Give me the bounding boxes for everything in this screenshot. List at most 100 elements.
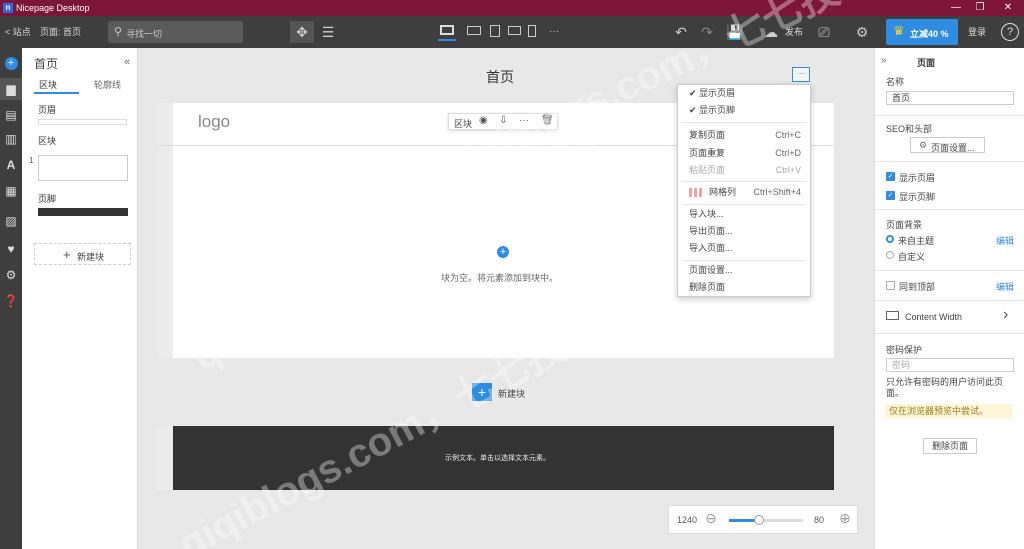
blocks-icon[interactable]: ▥ (0, 128, 22, 150)
zoom-in-icon[interactable]: ⊕ (839, 510, 851, 527)
login-button[interactable]: 登录 (968, 16, 986, 48)
menu-delete-page[interactable]: 删除页面 (678, 279, 810, 296)
edit-background-link[interactable]: 编辑 (996, 234, 1014, 247)
edit-top-link[interactable]: 编辑 (996, 280, 1014, 293)
menu-import-page[interactable]: 导入页面... (678, 240, 810, 257)
save-icon[interactable]: 💾 (725, 16, 745, 48)
from-theme-label: 来自主题 (898, 236, 935, 246)
menu-grid-columns[interactable]: 网格列 Ctrl+Shift+4 (678, 184, 810, 201)
tab-outline[interactable]: 轮廓线 (94, 78, 121, 91)
zoom-slider-thumb[interactable] (753, 515, 764, 525)
more-icon[interactable]: ··· (519, 115, 529, 126)
close-button[interactable]: ✕ (996, 0, 1020, 16)
chevron-right-icon[interactable]: › (1003, 306, 1008, 324)
new-block-canvas-label[interactable]: 新建块 (498, 387, 525, 400)
app-icon: n (3, 3, 13, 13)
footer-thumbnail[interactable] (38, 208, 128, 216)
crown-icon: ♛ (893, 23, 905, 38)
show-header-checkbox[interactable]: ✓ (886, 172, 895, 181)
delete-page-button[interactable]: 删除页面 (923, 438, 977, 454)
search-input[interactable]: 寻找一切 (126, 27, 162, 40)
menu-separator (682, 122, 806, 123)
footer-text[interactable]: 示例文本。单击以选择文本元素。 (445, 453, 550, 463)
undo-icon[interactable]: ↶ (672, 16, 690, 48)
page-breadcrumb[interactable]: 页面: 首页 (40, 16, 81, 48)
menu-import-block[interactable]: 导入块... (678, 206, 810, 223)
publish-button[interactable]: 发布 (785, 16, 803, 48)
redo-icon[interactable]: ↷ (698, 16, 716, 48)
header-thumbnail[interactable] (38, 119, 127, 125)
menu-duplicate-page[interactable]: 页面重复 Ctrl+D (678, 145, 810, 162)
divider (875, 300, 1024, 301)
show-footer-checkbox[interactable]: ✓ (886, 191, 895, 200)
tablet-view-icon[interactable] (490, 25, 500, 37)
layers-icon[interactable]: ☰ (318, 16, 338, 48)
settings-gear-icon[interactable]: ⚙ (852, 16, 872, 48)
empty-block-message: 块为空。将元素添加到块中。 (441, 273, 559, 283)
menu-show-header[interactable]: ✔ 显示页眉 (678, 85, 810, 102)
collapse-panel-icon[interactable]: « (124, 56, 130, 68)
content-width-label[interactable]: Content Width (905, 312, 962, 322)
comments-icon[interactable]: ▤ (0, 104, 22, 126)
menu-copy-page[interactable]: 复制页面 Ctrl+C (678, 127, 810, 144)
preview-icon[interactable]: ⎚ (815, 16, 833, 48)
menu-page-settings[interactable]: 页面设置... (678, 262, 810, 279)
footer-section-label: 页脚 (38, 194, 57, 204)
grid-icon (689, 188, 703, 197)
active-device-indicator (438, 39, 456, 41)
expand-panel-icon[interactable]: » (881, 55, 887, 66)
info-icon[interactable]: ❓ (0, 290, 22, 312)
new-block-button[interactable]: + 新建块 (34, 243, 131, 265)
divider (875, 161, 1024, 162)
laptop-view-icon[interactable] (467, 26, 481, 35)
favorites-heart-icon[interactable]: ♥ (0, 238, 22, 260)
page-options-button[interactable]: ··· (792, 67, 810, 82)
menu-export-page[interactable]: 导出页面... (678, 223, 810, 240)
tablet-landscape-icon[interactable] (508, 26, 521, 35)
page-settings-button[interactable]: ⚙ 页面设置... (910, 137, 985, 153)
insert-icon[interactable]: ⇩ (499, 115, 507, 126)
fill-icon[interactable]: ◉ (479, 115, 488, 126)
password-input[interactable]: 密码 (886, 358, 1014, 372)
menu-show-footer[interactable]: ✔ 显示页脚 (678, 102, 810, 119)
divider (875, 115, 1024, 116)
image-icon[interactable]: ▨ (0, 210, 22, 232)
menu-separator (682, 260, 806, 261)
from-theme-radio[interactable] (886, 235, 894, 243)
trash-icon[interactable]: 🗑 (541, 115, 554, 126)
divider (875, 333, 1024, 334)
more-devices-icon[interactable]: ··· (545, 16, 563, 48)
layout-icon[interactable]: ▦ (0, 180, 22, 202)
zoom-bar: 1240 ⊖ 80 ⊕ (668, 505, 858, 534)
minimize-button[interactable]: — (944, 0, 968, 16)
help-icon[interactable]: ? (1001, 23, 1019, 41)
search-box[interactable]: ⚲ 寻找一切 (108, 21, 243, 43)
logo[interactable]: logo (198, 112, 230, 132)
block-thumbnail[interactable] (38, 155, 128, 181)
pointer-tool-icon[interactable]: ✥ (290, 21, 314, 43)
pages-icon[interactable]: ▆ (0, 78, 22, 100)
password-hint: 只允许有密码的用户访问此页面。 (886, 377, 1004, 398)
custom-label: 自定义 (898, 252, 926, 262)
same-top-checkbox[interactable] (886, 281, 895, 290)
zoom-out-icon[interactable]: ⊖ (705, 510, 717, 527)
search-icon: ⚲ (114, 26, 123, 38)
text-icon[interactable]: A (0, 154, 22, 176)
menu-paste-page[interactable]: 粘贴页面 Ctrl+V (678, 162, 810, 179)
tab-blocks[interactable]: 区块 (39, 78, 57, 91)
page-name-input[interactable]: 首页 (886, 91, 1014, 105)
upgrade-button[interactable]: ♛ 立减40 % (886, 19, 958, 45)
add-element-circle-icon[interactable]: + (497, 246, 509, 258)
desktop-view-icon[interactable] (440, 25, 454, 35)
phone-view-icon[interactable] (528, 25, 536, 37)
blocks-section-label: 区块 (38, 136, 57, 146)
cloud-upload-icon[interactable]: ☁ (762, 16, 780, 48)
custom-radio[interactable] (886, 251, 894, 259)
settings-icon[interactable]: ⚙ (0, 264, 22, 286)
add-element-icon[interactable]: + (0, 51, 22, 73)
restore-button[interactable]: ❐ (968, 0, 992, 16)
divider (875, 270, 1024, 271)
add-block-icon[interactable]: + (472, 383, 492, 401)
width-value[interactable]: 1240 (677, 515, 697, 525)
site-back-button[interactable]: < 站点 (5, 16, 31, 48)
